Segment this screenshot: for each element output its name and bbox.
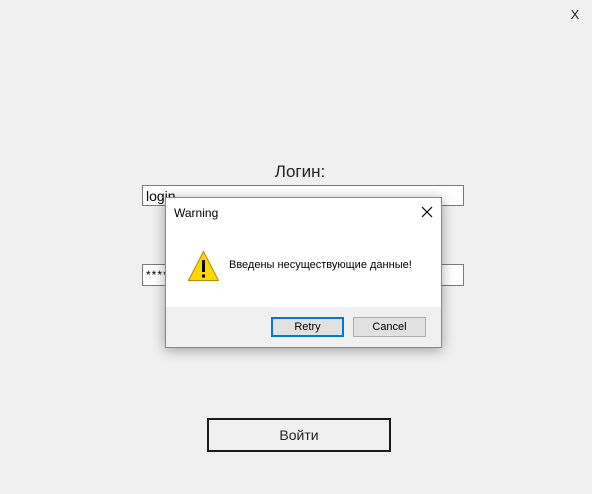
dialog-message: Введены несуществующие данные! — [229, 259, 412, 271]
close-icon — [421, 206, 433, 218]
cancel-button[interactable]: Cancel — [353, 317, 426, 337]
dialog-body: Введены несуществующие данные! — [166, 228, 441, 307]
dialog-titlebar[interactable]: Warning — [166, 198, 441, 228]
window-close-button[interactable]: X — [566, 6, 584, 24]
dialog-close-button[interactable] — [418, 203, 436, 221]
warning-dialog: Warning Введены несуществующие данные! R… — [165, 197, 442, 348]
login-button[interactable]: Войти — [207, 418, 391, 452]
dialog-footer: Retry Cancel — [166, 307, 441, 347]
login-label: Логин: — [274, 162, 326, 181]
retry-button[interactable]: Retry — [271, 317, 344, 337]
warning-icon — [187, 250, 220, 282]
dialog-title: Warning — [174, 206, 219, 220]
